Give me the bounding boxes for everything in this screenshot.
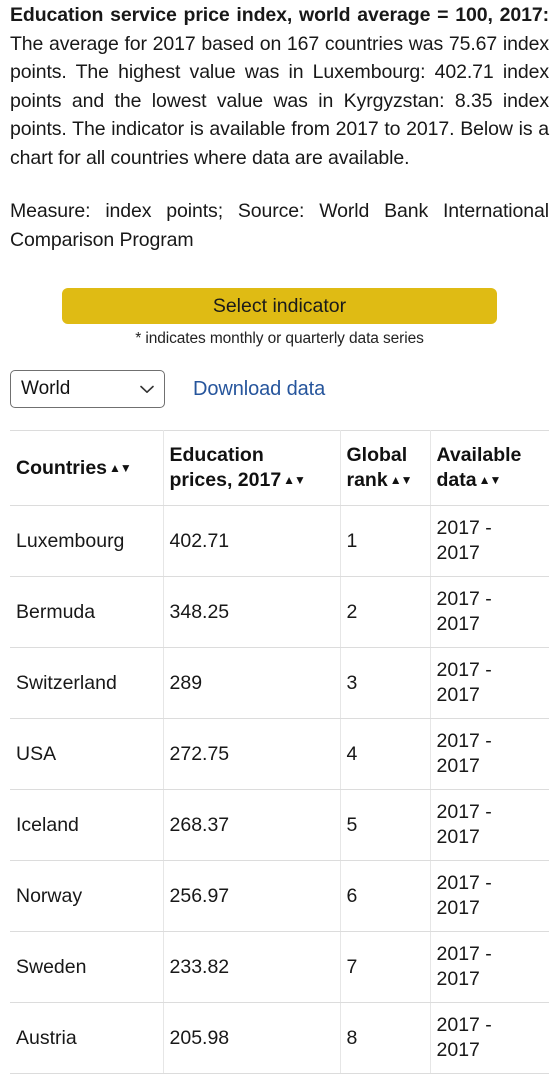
indicator-table: Countries ▲▼ Education prices, 2017 ▲▼ Glo… (10, 430, 549, 1074)
table-row[interactable]: Iceland 268.37 5 2017 - 2017 (10, 789, 549, 861)
cell-rank: 5 (340, 789, 431, 861)
cell-country: Austria (10, 1002, 164, 1074)
table-row[interactable]: Sweden 233.82 7 2017 - 2017 (10, 931, 549, 1003)
cell-available-data: 2017 - 2017 (430, 718, 549, 790)
cell-available-data: 2017 - 2017 (430, 789, 549, 861)
controls-row: World Download data (10, 349, 549, 408)
cell-country: Switzerland (10, 647, 164, 719)
cell-value: 233.82 (163, 931, 341, 1003)
cell-available-data: 2017 - 2017 (430, 576, 549, 648)
indicator-summary-text: The average for 2017 based on 167 countr… (10, 32, 549, 169)
cell-country: Bermuda (10, 576, 164, 648)
cell-available-data: 2017 - 2017 (430, 647, 549, 719)
cell-country: Sweden (10, 931, 164, 1003)
cell-value: 268.37 (163, 789, 341, 861)
cell-value: 402.71 (163, 505, 341, 577)
cell-rank: 4 (340, 718, 431, 790)
table-body: Luxembourg 402.71 1 2017 - 2017 Bermuda … (10, 505, 549, 1074)
table-head: Countries ▲▼ Education prices, 2017 ▲▼ Glo… (10, 430, 549, 506)
sort-arrows-icon[interactable]: ▲▼ (109, 456, 132, 481)
cell-available-data: 2017 - 2017 (430, 505, 549, 577)
column-header-education-prices[interactable]: Education prices, 2017 ▲▼ (163, 430, 341, 506)
cell-rank: 1 (340, 505, 431, 577)
select-indicator-button-container: Select indicator (10, 254, 549, 324)
cell-value: 289 (163, 647, 341, 719)
sort-arrows-icon[interactable]: ▲▼ (283, 468, 306, 493)
cell-rank: 2 (340, 576, 431, 648)
cell-rank: 8 (340, 1002, 431, 1074)
cell-country: USA (10, 718, 164, 790)
cell-country: Luxembourg (10, 505, 164, 577)
chevron-down-icon (140, 385, 154, 394)
indicator-title: Education service price index, world ave… (10, 4, 549, 26)
table-header-row: Countries ▲▼ Education prices, 2017 ▲▼ Glo… (10, 430, 549, 506)
cell-value: 348.25 (163, 576, 341, 648)
column-header-countries-label: Countries (16, 456, 108, 479)
cell-rank: 3 (340, 647, 431, 719)
indicator-description: Education service price index, world ave… (10, 0, 549, 172)
column-header-available-data[interactable]: Available data ▲▼ (430, 430, 549, 506)
column-header-global-rank[interactable]: Global rank ▲▼ (340, 430, 431, 506)
cell-value: 272.75 (163, 718, 341, 790)
measure-source-line: Measure: index points; Source: World Ban… (10, 200, 549, 251)
cell-value: 256.97 (163, 860, 341, 932)
indicator-page: Education service price index, world ave… (0, 0, 559, 1074)
table-row[interactable]: USA 272.75 4 2017 - 2017 (10, 718, 549, 790)
cell-value: 205.98 (163, 1002, 341, 1074)
footnote-text: * indicates monthly or quarterly data se… (135, 330, 424, 347)
table-row[interactable]: Norway 256.97 6 2017 - 2017 (10, 860, 549, 932)
region-select[interactable]: World (10, 370, 165, 408)
sort-arrows-icon[interactable]: ▲▼ (479, 468, 502, 493)
column-header-education-prices-label: Education prices, 2017 (169, 444, 282, 491)
cell-rank: 7 (340, 931, 431, 1003)
sort-arrows-icon[interactable]: ▲▼ (390, 468, 413, 493)
cell-available-data: 2017 - 2017 (430, 860, 549, 932)
table-row[interactable]: Luxembourg 402.71 1 2017 - 2017 (10, 505, 549, 577)
cell-available-data: 2017 - 2017 (430, 931, 549, 1003)
cell-country: Norway (10, 860, 164, 932)
table-row[interactable]: Switzerland 289 3 2017 - 2017 (10, 647, 549, 719)
region-select-value: World (21, 378, 71, 399)
cell-available-data: 2017 - 2017 (430, 1002, 549, 1074)
cell-country: Iceland (10, 789, 164, 861)
download-data-link[interactable]: Download data (193, 378, 325, 401)
column-header-countries[interactable]: Countries ▲▼ (10, 430, 164, 506)
table-row[interactable]: Austria 205.98 8 2017 - 2017 (10, 1002, 549, 1074)
table-row[interactable]: Bermuda 348.25 2 2017 - 2017 (10, 576, 549, 648)
cell-rank: 6 (340, 860, 431, 932)
select-indicator-button[interactable]: Select indicator (62, 288, 497, 324)
